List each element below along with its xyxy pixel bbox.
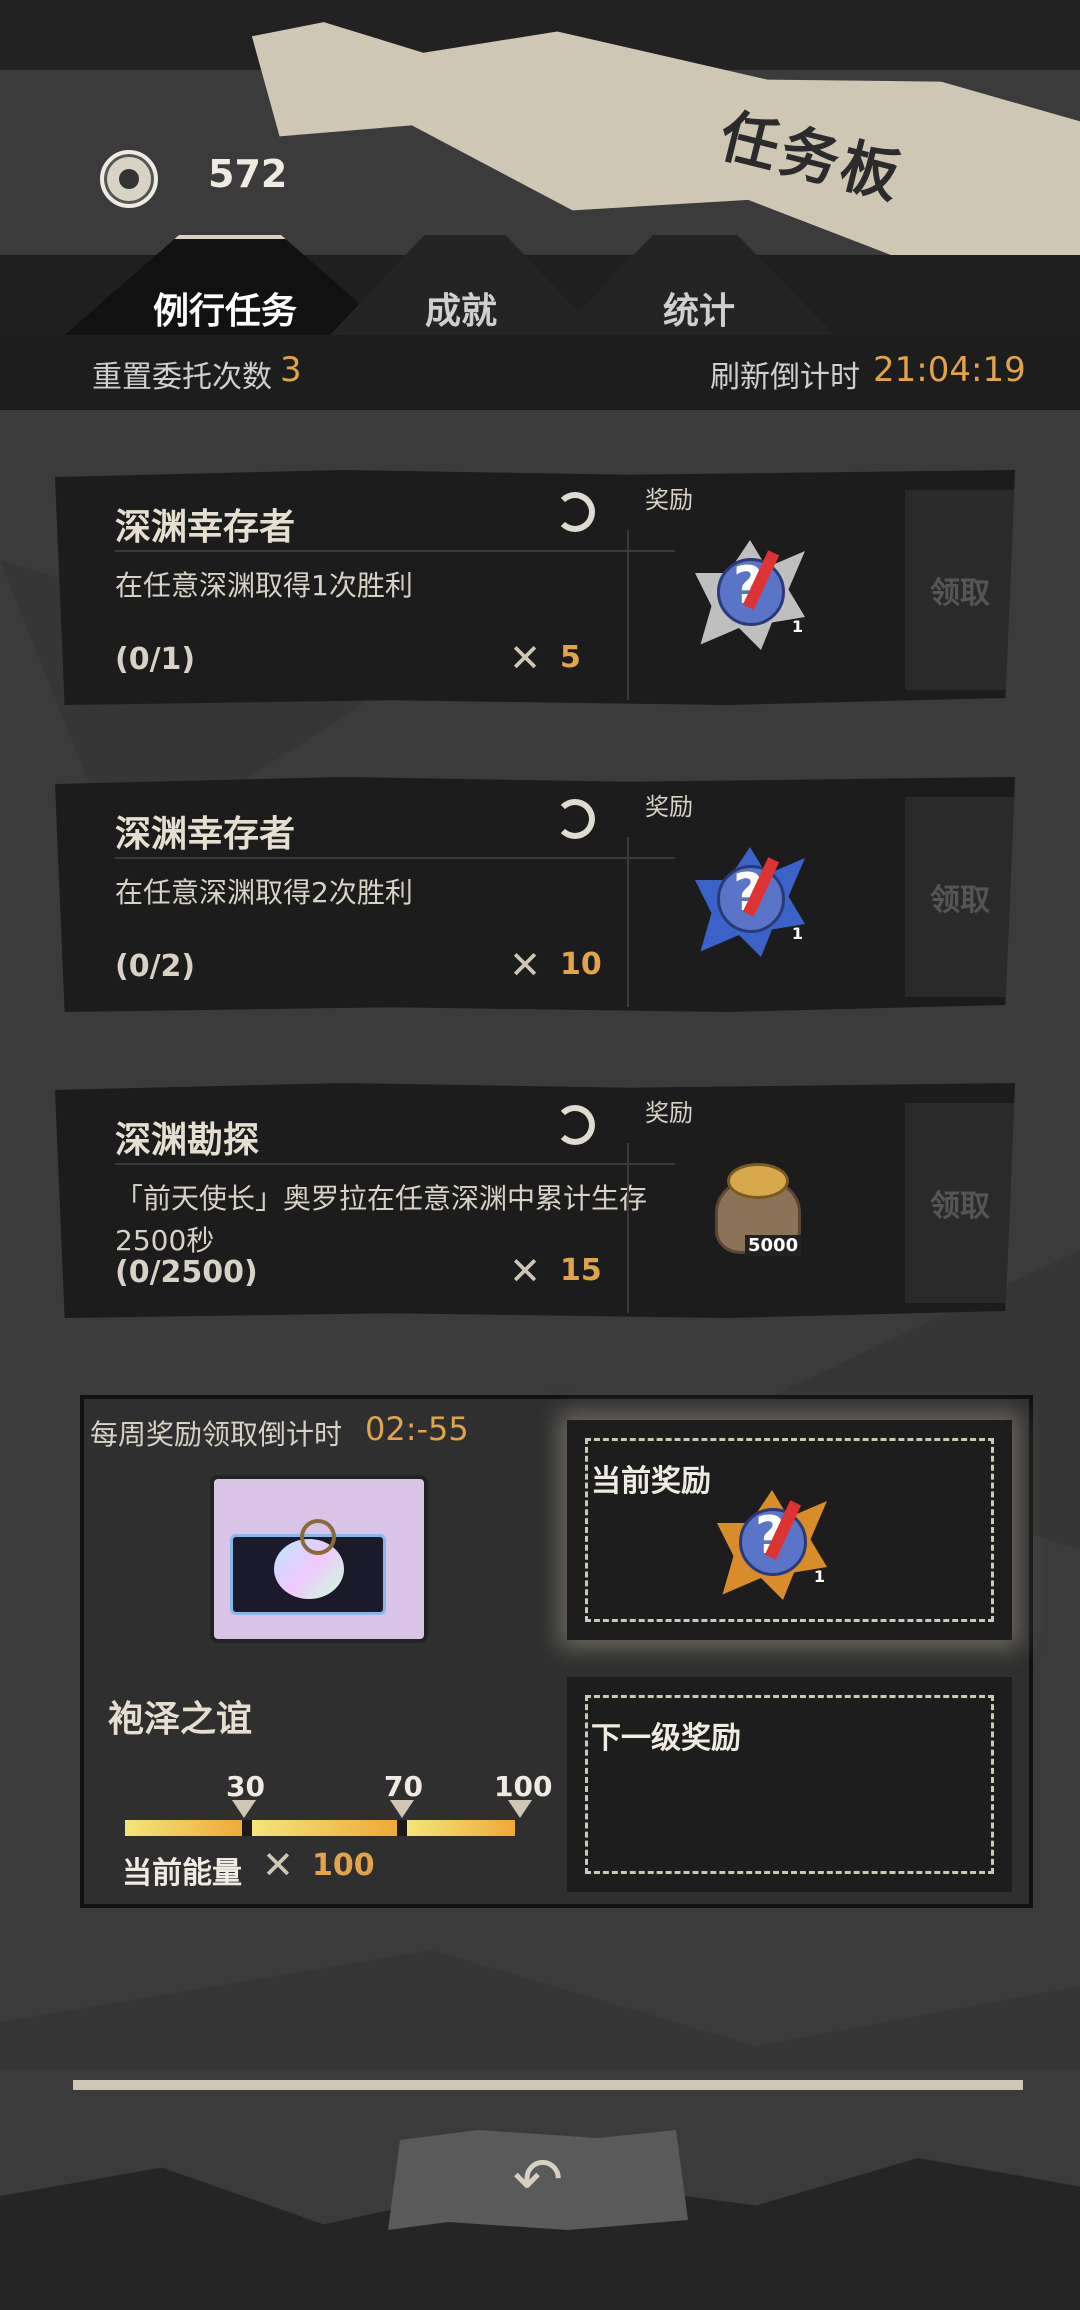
reward-label: 奖励 — [645, 1099, 693, 1127]
coin-icon — [100, 150, 158, 208]
treasure-chest-icon[interactable] — [210, 1475, 428, 1643]
current-reward-box[interactable]: 当前奖励 ? 1 — [567, 1420, 1012, 1640]
reset-count-value: 3 — [280, 350, 302, 390]
energy-tick-label: 100 — [494, 1770, 553, 1803]
points-icon: ✕ — [509, 943, 541, 987]
next-reward-label: 下一级奖励 — [591, 1721, 741, 1756]
card-divider — [627, 1143, 629, 1313]
tab-statistics[interactable]: 统计 — [663, 282, 735, 334]
energy-tick-label: 70 — [384, 1770, 423, 1803]
task-title: 深渊幸存者 — [115, 507, 296, 548]
refresh-icon[interactable] — [555, 1105, 595, 1145]
task-title: 深渊幸存者 — [115, 814, 296, 855]
energy-icon: ✕ — [262, 1843, 294, 1887]
task-points: 5 — [560, 640, 581, 675]
refresh-timer-label: 刷新倒计时 — [710, 360, 860, 395]
task-progress: (0/1) — [115, 642, 196, 677]
reset-count-label: 重置委托次数 — [92, 360, 272, 395]
bg-shard — [0, 1950, 1080, 2070]
current-reward-label: 当前奖励 — [591, 1464, 711, 1499]
energy-value: 100 — [312, 1848, 375, 1883]
task-card: 深渊幸存者 在任意深渊取得1次胜利 (0/1) ✕ 5 奖励 ? 1 领取 — [55, 470, 1015, 705]
task-description: 在任意深渊取得1次胜利 — [115, 569, 413, 602]
task-divider — [115, 857, 675, 859]
footer-divider — [73, 2080, 1023, 2090]
task-points: 10 — [560, 947, 602, 982]
task-points: 15 — [560, 1253, 602, 1288]
claim-button[interactable]: 领取 — [905, 1103, 1015, 1303]
weekly-timer-label: 每周奖励领取倒计时 — [90, 1418, 343, 1451]
task-divider — [115, 550, 675, 552]
reward-count: 5000 — [745, 1235, 802, 1256]
task-description: 「前天使长」奥罗拉在任意深渊中累计生存2500秒 — [115, 1182, 648, 1257]
back-button[interactable]: ↶ — [388, 2130, 688, 2230]
energy-tick-label: 30 — [226, 1770, 265, 1803]
task-progress: (0/2500) — [115, 1255, 258, 1290]
points-icon: ✕ — [509, 1249, 541, 1293]
energy-fill-segment — [407, 1820, 515, 1836]
energy-fill-segment — [125, 1820, 242, 1836]
card-divider — [627, 530, 629, 700]
energy-fill-segment — [252, 1820, 397, 1836]
mystery-item-icon[interactable]: ? 1 — [695, 847, 805, 957]
weekly-timer-value: 02:-55 — [365, 1410, 469, 1448]
card-divider — [627, 837, 629, 1007]
reward-count: 1 — [791, 617, 803, 636]
task-card: 深渊幸存者 在任意深渊取得2次胜利 (0/2) ✕ 10 奖励 ? 1 领取 — [55, 777, 1015, 1012]
next-reward-box: 下一级奖励 — [567, 1677, 1012, 1892]
energy-progress-bar — [125, 1820, 515, 1836]
claim-button[interactable]: 领取 — [905, 490, 1015, 690]
mystery-item-icon[interactable]: ? 1 — [717, 1490, 827, 1600]
task-card: 深渊勘探 「前天使长」奥罗拉在任意深渊中累计生存2500秒 (0/2500) ✕… — [55, 1083, 1015, 1318]
refresh-timer-value: 21:04:19 — [873, 350, 1026, 390]
reward-label: 奖励 — [645, 793, 693, 821]
coin-count: 572 — [208, 152, 288, 196]
mystery-item-icon[interactable]: ? 1 — [695, 540, 805, 650]
back-arrow-icon: ↶ — [512, 2145, 564, 2215]
refresh-icon[interactable] — [555, 492, 595, 532]
task-progress: (0/2) — [115, 949, 196, 984]
chest-name: 袍泽之谊 — [108, 1699, 253, 1740]
refresh-icon[interactable] — [555, 799, 595, 839]
reward-label: 奖励 — [645, 486, 693, 514]
tab-achievements[interactable]: 成就 — [425, 282, 497, 334]
gold-bag-icon[interactable]: 5000 — [695, 1153, 805, 1263]
task-divider — [115, 1163, 675, 1165]
reward-count: 1 — [813, 1567, 825, 1586]
task-title: 深渊勘探 — [115, 1120, 260, 1161]
claim-button[interactable]: 领取 — [905, 797, 1015, 997]
energy-label: 当前能量 — [122, 1856, 242, 1891]
tab-routine-tasks[interactable]: 例行任务 — [153, 282, 297, 334]
reward-count: 1 — [791, 924, 803, 943]
task-description: 在任意深渊取得2次胜利 — [115, 876, 413, 909]
points-icon: ✕ — [509, 636, 541, 680]
